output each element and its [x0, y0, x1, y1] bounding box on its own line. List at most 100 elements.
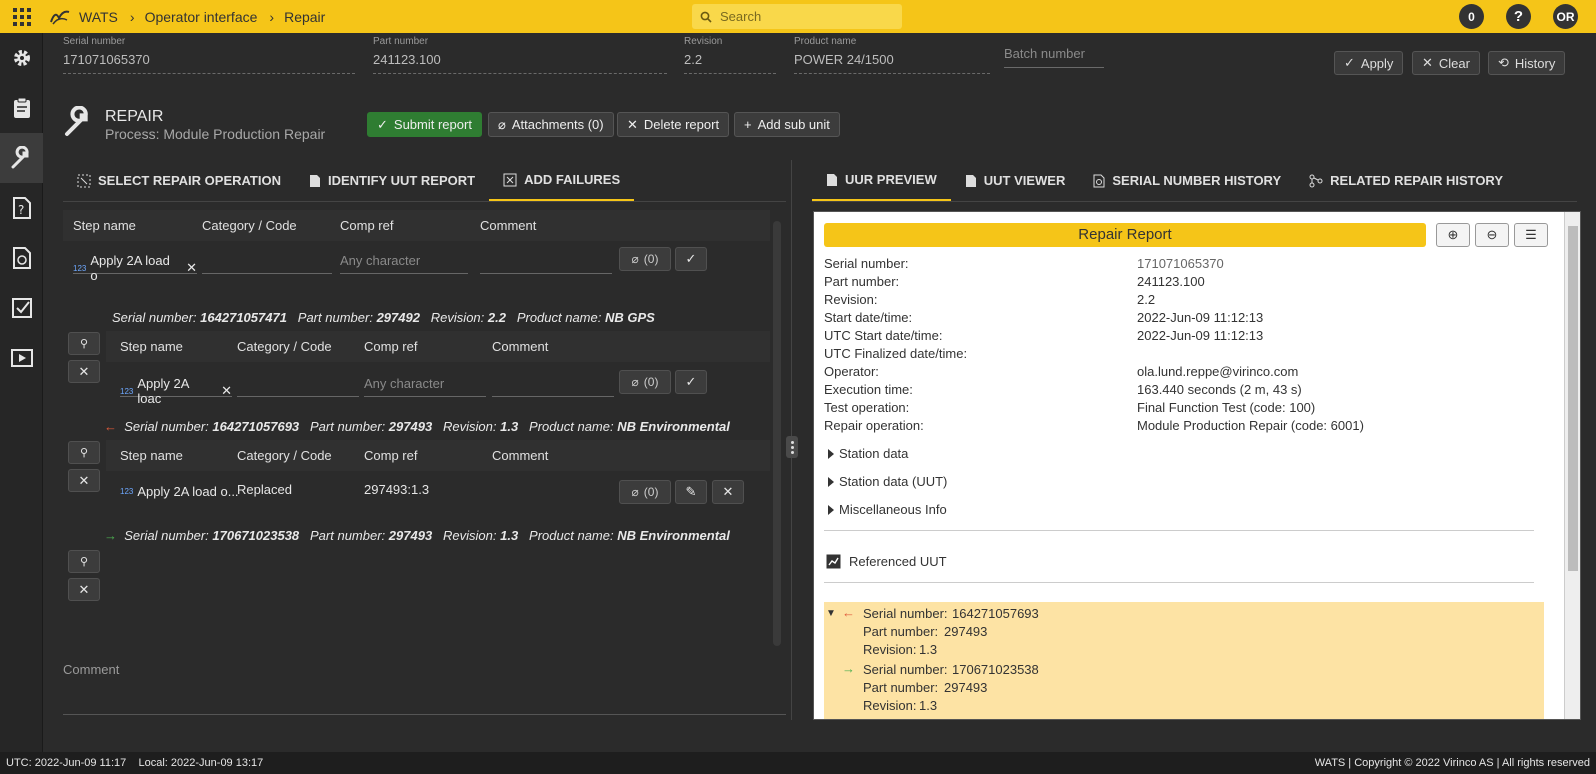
tab-identify-uut-report[interactable]: IDENTIFY UUT REPORT: [295, 160, 489, 201]
footer: UTC: 2022-Jun-09 11:17 Local: 2022-Jun-0…: [0, 752, 1596, 774]
revision-value[interactable]: 2.2: [684, 52, 776, 74]
product-name-field[interactable]: Product name POWER 24/1500: [794, 36, 990, 74]
search-placeholder: Search: [720, 9, 762, 24]
category-header: Category / Code: [237, 448, 332, 463]
attachments-label: Attachments (0): [511, 117, 604, 132]
search-uut-button[interactable]: ⚲: [68, 550, 100, 573]
user-avatar[interactable]: OR: [1553, 4, 1578, 29]
serial-number-value[interactable]: 171071065370: [63, 52, 355, 74]
search-input[interactable]: Search: [692, 4, 902, 29]
step-chip[interactable]: 123 Apply 2A loac ✕: [120, 370, 232, 406]
confirm-button[interactable]: ✓: [675, 247, 707, 271]
caret-down-icon[interactable]: ▼: [826, 608, 836, 619]
notifications-badge[interactable]: 0: [1459, 4, 1484, 29]
clear-button[interactable]: ✕ Clear: [1412, 51, 1480, 75]
serial-number-label: Serial number: [63, 36, 126, 47]
chart-icon: [826, 554, 841, 569]
comp-ref-input[interactable]: Any character: [364, 370, 486, 397]
arrow-right-icon: →: [104, 528, 117, 543]
serial-number-field[interactable]: Serial number 171071065370: [63, 36, 355, 74]
delete-report-button[interactable]: ✕ Delete report: [617, 112, 730, 137]
close-icon: ✕: [1422, 55, 1433, 70]
play-icon[interactable]: [0, 333, 43, 383]
submit-report-button[interactable]: ✓ Submit report: [367, 112, 482, 137]
tab-related-repair-history[interactable]: RELATED REPAIR HISTORY: [1295, 160, 1517, 201]
search-uut-button[interactable]: ⚲: [68, 441, 100, 464]
attachments-button[interactable]: ⌀ Attachments (0): [488, 112, 614, 137]
tab-serial-number-history[interactable]: SERIAL NUMBER HISTORY: [1079, 160, 1295, 201]
attachment-button[interactable]: ⌀ (0): [619, 480, 671, 504]
history-button[interactable]: ⟲ History: [1488, 51, 1566, 75]
app-name[interactable]: WATS: [79, 9, 118, 25]
kv-value: 2022-Jun-09 11:12:13: [1137, 328, 1264, 343]
help-doc-icon[interactable]: ?: [0, 183, 43, 233]
part-number-field[interactable]: Part number 241123.100: [373, 36, 667, 74]
clipboard-icon[interactable]: [0, 83, 43, 133]
serial-label: Serial number:: [112, 310, 197, 325]
left-scrollbar[interactable]: [773, 221, 781, 646]
prod-label: Product name:: [529, 528, 614, 543]
utc-time: UTC: 2022-Jun-09 11:17: [6, 757, 127, 769]
rev-value: 2.2: [487, 310, 506, 325]
batch-number-field[interactable]: Batch number: [1004, 36, 1104, 68]
product-name-value[interactable]: POWER 24/1500: [794, 52, 990, 74]
comment-input[interactable]: [63, 714, 786, 715]
part-label: Part number:: [310, 419, 386, 434]
scrollbar-thumb[interactable]: [1568, 226, 1578, 571]
breadcrumb-repair: Repair: [284, 8, 326, 25]
part-number-value[interactable]: 241123.100: [373, 52, 667, 74]
tab-uur-preview[interactable]: UUR PREVIEW: [812, 160, 951, 201]
part-value: 297492: [376, 310, 420, 325]
branch-icon: [1309, 174, 1323, 187]
step-chip[interactable]: 123 Apply 2A load o ✕: [73, 247, 197, 283]
serial-label: Serial number:: [124, 419, 209, 434]
search-uut-button[interactable]: ⚲: [68, 332, 100, 355]
apps-grid-icon[interactable]: [13, 7, 31, 26]
remove-sub-unit-button[interactable]: ✕: [68, 578, 100, 601]
zoom-out-button[interactable]: ⊖: [1475, 223, 1509, 247]
help-icon[interactable]: ?: [1506, 4, 1531, 29]
comment-input[interactable]: [492, 370, 614, 397]
remove-sub-unit-button[interactable]: ✕: [68, 360, 100, 383]
comment-input[interactable]: [480, 247, 612, 274]
comp-ref-header: Comp ref: [364, 448, 418, 463]
close-icon: ✕: [78, 363, 90, 379]
apply-button[interactable]: ✓ Apply: [1334, 51, 1404, 75]
resize-handle[interactable]: [786, 436, 798, 458]
station-data-toggle[interactable]: Station data: [828, 446, 908, 461]
history-icon[interactable]: [0, 233, 43, 283]
ref-part-value: 297493: [944, 680, 988, 695]
failures-table: Step name Category / Code Comp ref Comme…: [63, 210, 770, 601]
tab-uut-viewer[interactable]: UUT VIEWER: [951, 160, 1080, 201]
misc-info-toggle[interactable]: Miscellaneous Info: [828, 502, 947, 517]
delete-failure-button[interactable]: ✕: [712, 480, 744, 504]
comp-ref-input[interactable]: Any character: [340, 247, 468, 274]
attachment-button[interactable]: ⌀ (0): [619, 247, 671, 271]
preview-scrollbar[interactable]: [1564, 212, 1580, 719]
product-name-label: Product name: [794, 36, 857, 47]
step-name-header: Step name: [120, 448, 183, 463]
step-name: Apply 2A load o: [90, 253, 170, 283]
revision-field[interactable]: Revision 2.2: [684, 36, 776, 74]
menu-button[interactable]: ☰: [1514, 223, 1548, 247]
station-data-uut-toggle[interactable]: Station data (UUT): [828, 474, 947, 489]
attachment-button[interactable]: ⌀ (0): [619, 370, 671, 394]
section-label: Station data: [839, 446, 909, 461]
remove-icon[interactable]: ✕: [221, 383, 232, 399]
zoom-in-button[interactable]: ⊕: [1436, 223, 1470, 247]
checklist-icon[interactable]: [0, 283, 43, 333]
wrench-icon[interactable]: [0, 133, 43, 183]
step-name: Apply 2A loac: [137, 376, 189, 406]
remove-sub-unit-button[interactable]: ✕: [68, 469, 100, 492]
add-sub-unit-button[interactable]: + Add sub unit: [734, 112, 840, 137]
category-select[interactable]: [202, 247, 332, 274]
edit-button[interactable]: ✎: [675, 480, 707, 504]
tab-add-failures[interactable]: ADD FAILURES: [489, 160, 635, 201]
remove-icon[interactable]: ✕: [186, 260, 197, 276]
category-select[interactable]: [237, 370, 359, 397]
gear-icon[interactable]: [0, 33, 43, 83]
batch-number-input[interactable]: Batch number: [1004, 46, 1104, 68]
breadcrumb-operator-interface[interactable]: Operator interface: [145, 9, 258, 25]
tab-select-repair-operation[interactable]: SELECT REPAIR OPERATION: [63, 160, 295, 201]
confirm-button[interactable]: ✓: [675, 370, 707, 394]
